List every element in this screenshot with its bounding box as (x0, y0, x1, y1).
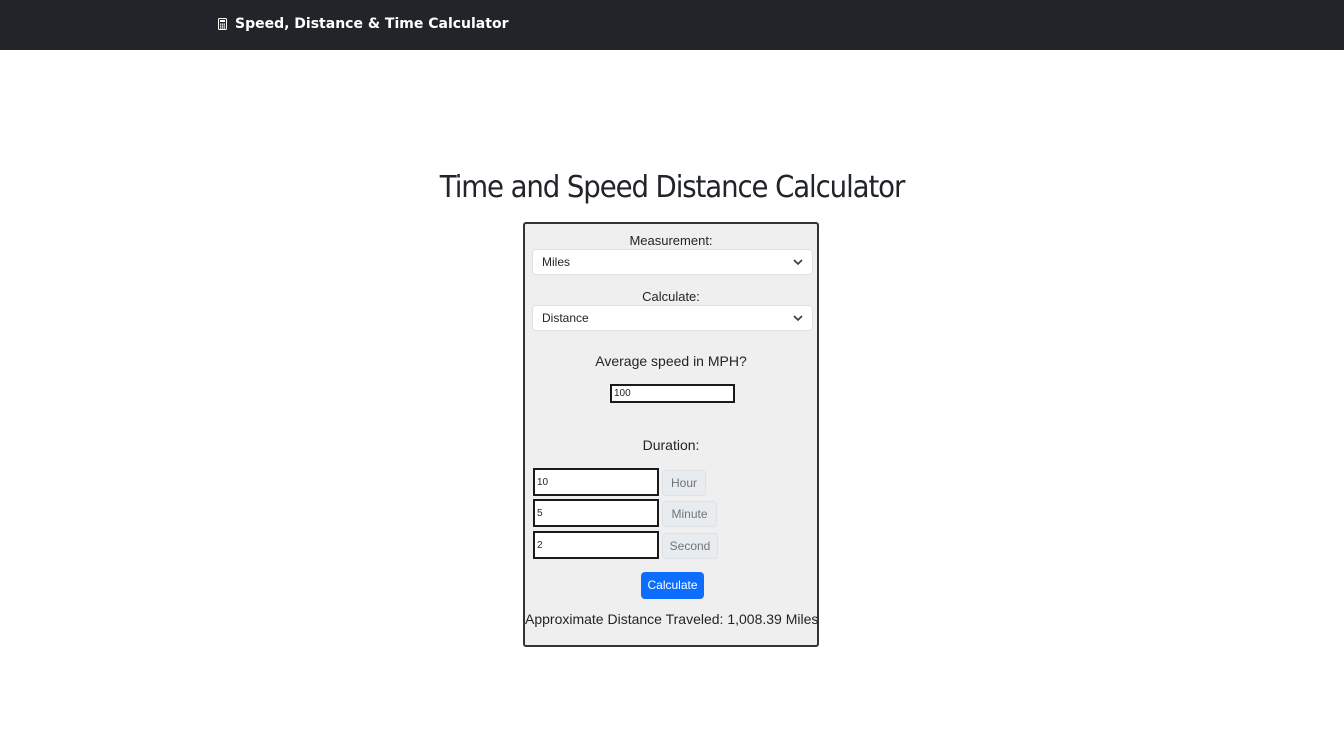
calculate-selected-value: Distance (542, 311, 589, 325)
hours-unit-label: Hour (662, 470, 706, 496)
seconds-unit-label: Second (662, 533, 718, 559)
calculate-select[interactable]: Distance (532, 305, 813, 331)
measurement-selected-value: Miles (542, 255, 571, 269)
brand-link[interactable]: Speed, Distance & Time Calculator (218, 16, 508, 32)
minutes-input[interactable] (533, 499, 659, 527)
page-title: Time and Speed Distance Calculator (439, 170, 906, 205)
chevron-down-icon (793, 315, 803, 322)
navbar: Speed, Distance & Time Calculator (0, 0, 1344, 50)
seconds-input[interactable] (533, 531, 659, 559)
speed-label: Average speed in MPH? (595, 353, 747, 369)
result-text: Approximate Distance Traveled: 1,008.39 … (525, 611, 819, 627)
calculate-label: Calculate: (642, 289, 700, 304)
hours-input[interactable] (533, 468, 659, 496)
chevron-down-icon (793, 259, 803, 266)
measurement-label: Measurement: (629, 233, 713, 248)
calculator-card: Measurement: Miles Calculate: Distance A… (523, 222, 819, 647)
measurement-select[interactable]: Miles (532, 249, 813, 275)
calculator-icon (218, 18, 227, 30)
brand-label: Speed, Distance & Time Calculator (235, 16, 509, 32)
calculate-button[interactable]: Calculate (641, 572, 704, 599)
duration-label: Duration: (642, 437, 700, 453)
minutes-unit-label: Minute (662, 501, 717, 527)
speed-input[interactable] (610, 384, 735, 403)
